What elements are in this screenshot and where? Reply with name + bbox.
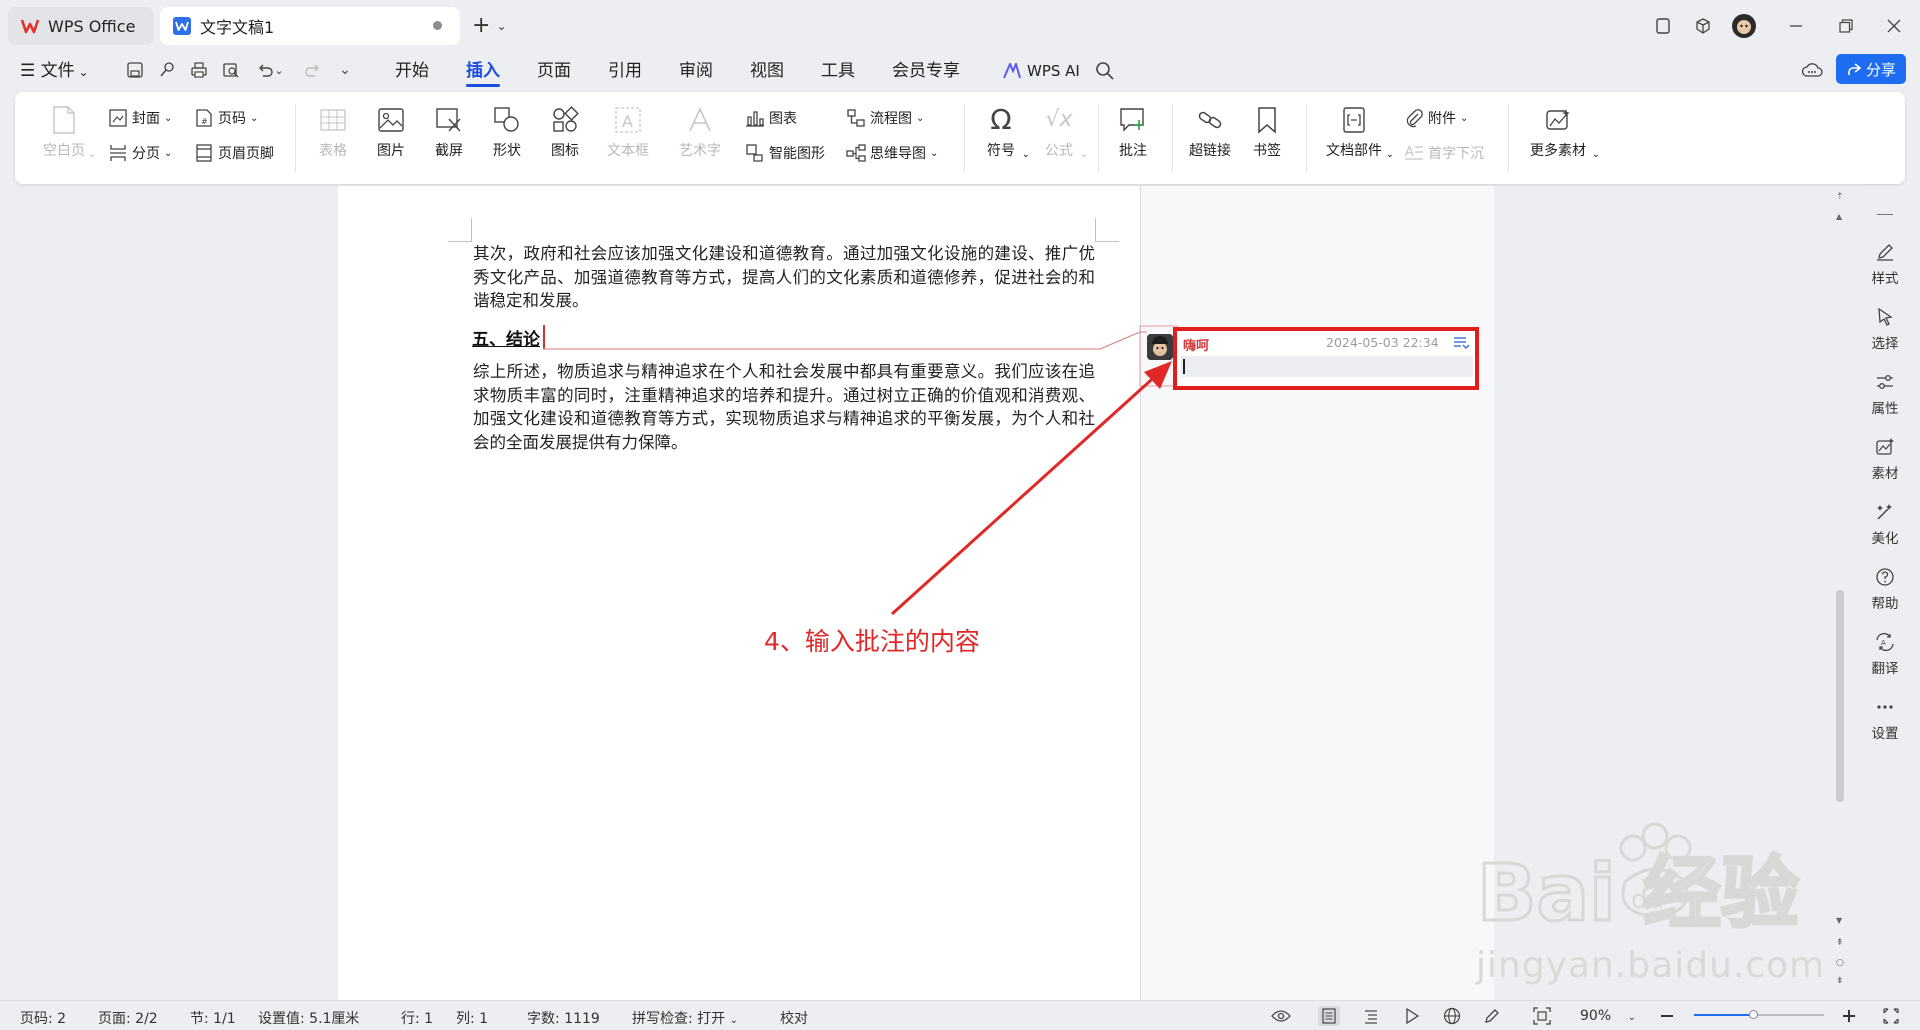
sidebar-item-style[interactable]: 样式	[1862, 240, 1908, 287]
svg-text:A: A	[1881, 639, 1886, 647]
web-view-icon[interactable]	[1441, 1006, 1463, 1026]
sidebar-item-select[interactable]: 选择	[1862, 305, 1908, 352]
sidebar-item-help[interactable]: 帮助	[1862, 565, 1908, 612]
status-section[interactable]: 节: 1/1	[190, 1008, 236, 1028]
sidebar-item-beautify[interactable]: 美化	[1862, 500, 1908, 547]
scrollbar-thumb[interactable]	[1836, 590, 1844, 802]
sliders-icon	[1873, 370, 1897, 394]
pen-icon	[1873, 240, 1897, 264]
baidu-watermark-logo: Bai 经验 du	[1476, 822, 1800, 940]
zoom-out-icon[interactable]	[1656, 1006, 1678, 1026]
page-view-icon[interactable]	[1318, 1006, 1340, 1026]
zoom-slider-handle[interactable]	[1748, 1010, 1758, 1019]
status-row[interactable]: 行: 1	[401, 1008, 433, 1028]
fullscreen-icon[interactable]	[1880, 1006, 1902, 1026]
chevron-down-icon: ⌄	[729, 1015, 739, 1026]
status-bar: 页码: 2 页面: 2/2 节: 1/1 设置值: 5.1厘米 行: 1 列: …	[0, 1000, 1920, 1030]
eye-icon[interactable]	[1270, 1006, 1292, 1026]
play-icon[interactable]	[1401, 1006, 1423, 1026]
sidebar-item-materials[interactable]: 素材	[1862, 435, 1908, 482]
status-proofread[interactable]: 校对	[780, 1008, 808, 1028]
sidebar-item-properties[interactable]: 属性	[1862, 370, 1908, 417]
zoom-level[interactable]: 90% ⌄	[1580, 1008, 1636, 1024]
status-page[interactable]: 页面: 2/2	[98, 1008, 158, 1028]
sidebar-item-translate[interactable]: A 翻译	[1862, 630, 1908, 677]
watermark-text: jingyan.baidu.com	[1476, 945, 1826, 986]
help-icon	[1873, 565, 1897, 589]
status-page-code[interactable]: 页码: 2	[20, 1008, 66, 1028]
svg-text:du: du	[1631, 885, 1664, 915]
sidebar-item-settings[interactable]: 设置	[1862, 695, 1908, 742]
zoom-in-icon[interactable]	[1838, 1006, 1860, 1026]
translate-icon: A	[1873, 630, 1897, 654]
annotation-text: 4、输入批注的内容	[764, 627, 980, 656]
chevron-down-icon: ⌄	[1627, 1012, 1636, 1023]
magic-wand-icon	[1873, 500, 1897, 524]
status-word-count[interactable]: 字数: 1119	[527, 1008, 600, 1028]
materials-icon	[1873, 435, 1897, 459]
pen-mode-icon[interactable]	[1481, 1006, 1503, 1026]
status-setting-value[interactable]: 设置值: 5.1厘米	[258, 1008, 359, 1028]
status-column[interactable]: 列: 1	[456, 1008, 488, 1028]
more-dots-icon	[1873, 695, 1897, 719]
zoom-slider-fill	[1694, 1014, 1753, 1016]
status-spellcheck[interactable]: 拼写检查: 打开 ⌄	[632, 1008, 738, 1028]
cursor-icon	[1873, 305, 1897, 329]
fit-page-icon[interactable]	[1531, 1006, 1553, 1026]
outline-view-icon[interactable]	[1360, 1006, 1382, 1026]
sidebar-collapse-icon[interactable]	[1877, 214, 1893, 215]
